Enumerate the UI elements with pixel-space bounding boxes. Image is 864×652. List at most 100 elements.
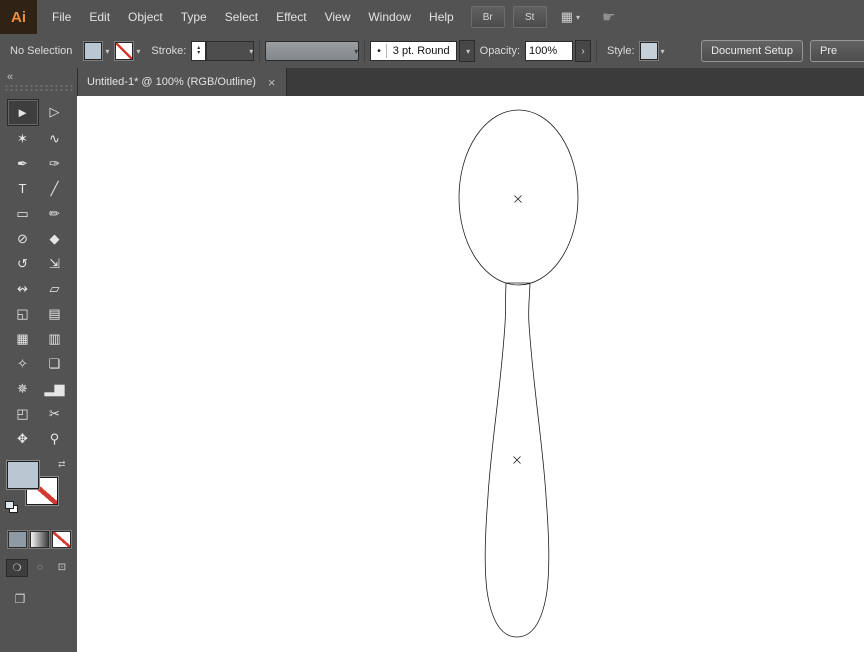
brush-chevron-button[interactable]: ▾: [458, 40, 475, 62]
spinner-down-icon: ▾: [197, 50, 201, 56]
stroke-weight-stepper[interactable]: ▴ ▾: [191, 41, 207, 61]
default-fill-stroke-icon[interactable]: [5, 501, 19, 513]
selection-status: No Selection: [10, 45, 73, 57]
gradient-button[interactable]: [30, 531, 49, 548]
menu-item-effect[interactable]: Effect: [267, 10, 315, 24]
draw-normal-button[interactable]: ❍: [6, 559, 28, 577]
divider: [385, 44, 387, 58]
column-graph-tool[interactable]: ▂▆: [39, 376, 71, 401]
document-tab-bar: Untitled-1* @ 100% (RGB/Outline) ×: [77, 68, 864, 97]
bowl-center-mark: [514, 195, 522, 203]
divider: [259, 40, 261, 62]
symbol-sprayer-tool[interactable]: ✵: [7, 376, 39, 401]
menu-item-view[interactable]: View: [316, 10, 360, 24]
draw-inside-button[interactable]: ⊡: [52, 559, 72, 575]
rotate-tool[interactable]: ↺: [7, 251, 39, 276]
swap-fill-stroke-icon[interactable]: ⇄: [58, 459, 66, 470]
direct-selection-tool[interactable]: ▷: [39, 99, 71, 124]
control-bar: No Selection ▾ ▾ Stroke: ▴ ▾ ▾ ▾ • 3 pt.…: [0, 34, 864, 69]
width-profile-dropdown[interactable]: ▾: [265, 41, 360, 61]
menu-item-edit[interactable]: Edit: [80, 10, 119, 24]
chevron-down-icon: ▾: [354, 46, 359, 56]
color-button[interactable]: [8, 531, 27, 548]
slice-tool[interactable]: ✂: [39, 401, 71, 426]
collapse-panel-icon[interactable]: «: [7, 71, 13, 83]
paintbrush-tool[interactable]: ✑: [39, 151, 71, 176]
stroke-color-dropdown[interactable]: ▾: [115, 42, 140, 60]
handle-center-mark: [513, 456, 521, 464]
menu-bar: Ai File Edit Object Type Select Effect View Win…: [0, 0, 864, 35]
brush-name: 3 pt. Round: [392, 45, 450, 57]
menu-item-type[interactable]: Type: [172, 10, 216, 24]
blob-brush-tool[interactable]: ⊘: [7, 226, 39, 251]
document-setup-button[interactable]: Document Setup: [701, 40, 803, 62]
opacity-label[interactable]: Opacity:: [480, 45, 520, 57]
mesh-tool[interactable]: ▦: [7, 326, 39, 351]
none-button[interactable]: [52, 531, 71, 548]
type-tool[interactable]: T: [7, 176, 39, 201]
bridge-button[interactable]: Br: [470, 6, 505, 28]
chevron-down-icon: ▾: [466, 46, 471, 56]
spoon-artwork[interactable]: [77, 96, 864, 652]
drawing-modes-row: ❍ ◌ ⊡: [6, 559, 77, 577]
rectangle-tool[interactable]: ▭: [7, 201, 39, 226]
scale-tool[interactable]: ⇲: [39, 251, 71, 276]
width-tool[interactable]: ↭: [7, 276, 39, 301]
divider: [596, 40, 598, 62]
brush-definition-dropdown[interactable]: • 3 pt. Round ▾: [370, 40, 475, 62]
stroke-weight-dropdown[interactable]: ▾: [206, 41, 255, 61]
brush-field: • 3 pt. Round: [370, 41, 457, 61]
opacity-expand-button[interactable]: ›: [575, 40, 592, 62]
free-transform-tool[interactable]: ▱: [39, 276, 71, 301]
fill-color-well[interactable]: [7, 461, 39, 489]
chevron-down-icon: ▾: [136, 46, 141, 56]
shape-builder-tool[interactable]: ◱: [7, 301, 39, 326]
stock-button[interactable]: St: [512, 6, 547, 28]
style-swatch-icon: [639, 42, 658, 60]
close-tab-icon[interactable]: ×: [268, 76, 276, 89]
stroke-none-swatch-icon: [115, 42, 134, 60]
selection-tool[interactable]: ►: [6, 99, 39, 126]
document-canvas[interactable]: [77, 96, 864, 652]
artboard-tool[interactable]: ◰: [7, 401, 39, 426]
preferences-button[interactable]: Pre: [810, 40, 864, 62]
menu-item-file[interactable]: File: [43, 10, 80, 24]
menu-item-object[interactable]: Object: [119, 10, 172, 24]
workspace-icon: ▦: [560, 9, 574, 24]
fill-color-dropdown[interactable]: ▾: [84, 42, 109, 60]
menu-item-window[interactable]: Window: [359, 10, 420, 24]
default-fill-square: [5, 501, 14, 509]
line-segment-tool[interactable]: ╱: [39, 176, 71, 201]
pencil-tool[interactable]: ✏: [39, 201, 71, 226]
menu-item-select[interactable]: Select: [216, 10, 267, 24]
blend-tool[interactable]: ❏: [39, 351, 71, 376]
menu-item-help[interactable]: Help: [420, 10, 463, 24]
style-dropdown[interactable]: ▾: [639, 42, 665, 60]
fill-swatch-icon: [84, 42, 103, 60]
zoom-tool[interactable]: ⚲: [39, 426, 71, 451]
document-tab[interactable]: Untitled-1* @ 100% (RGB/Outline) ×: [77, 68, 287, 96]
toolbar-tools: ► ▷ ✶ ∿ ✒ ✑ T ╱ ▭ ✏ ⊘ ◆ ↺ ⇲ ↭ ▱ ◱ ▤ ▦ ▥ ✧ ❏ ✵ ▂▆ ◰ ✂ ✥ ⚲: [0, 99, 77, 451]
lasso-tool[interactable]: ∿: [39, 126, 71, 151]
workspace-switcher[interactable]: ▦ ▾: [561, 9, 580, 25]
stroke-label[interactable]: Stroke:: [151, 45, 186, 57]
tools-panel: « ► ▷ ✶ ∿ ✒ ✑ T ╱ ▭ ✏ ⊘ ◆ ↺ ⇲ ↭ ▱ ◱ ▤ ▦ ▥ ✧ ❏ ✵ ▂▆ ◰ ✂ ✥ ⚲ ⇄ ❍ ◌ ⊡ …: [0, 68, 78, 652]
panel-drag-grip[interactable]: [4, 84, 73, 93]
chevron-down-icon: ▾: [105, 46, 110, 56]
eyedropper-tool[interactable]: ✧: [7, 351, 39, 376]
menubar-menus: File Edit Object Type Select Effect View Window…: [43, 10, 463, 24]
draw-behind-button[interactable]: ◌: [30, 559, 50, 575]
fill-stroke-indicator: ⇄: [0, 459, 77, 517]
document-tab-title: Untitled-1* @ 100% (RGB/Outline): [87, 76, 256, 88]
app-logo: Ai: [0, 0, 37, 34]
tools-panel-header: «: [0, 68, 77, 96]
spoon-bowl-outline[interactable]: [458, 109, 579, 286]
pen-tool[interactable]: ✒: [7, 151, 39, 176]
screen-mode-button[interactable]: ❐: [9, 590, 31, 607]
eraser-tool[interactable]: ◆: [39, 226, 71, 251]
hand-tool[interactable]: ✥: [7, 426, 39, 451]
magic-wand-tool[interactable]: ✶: [7, 126, 39, 151]
opacity-input[interactable]: [525, 41, 574, 61]
gradient-tool[interactable]: ▥: [39, 326, 71, 351]
perspective-grid-tool[interactable]: ▤: [39, 301, 71, 326]
